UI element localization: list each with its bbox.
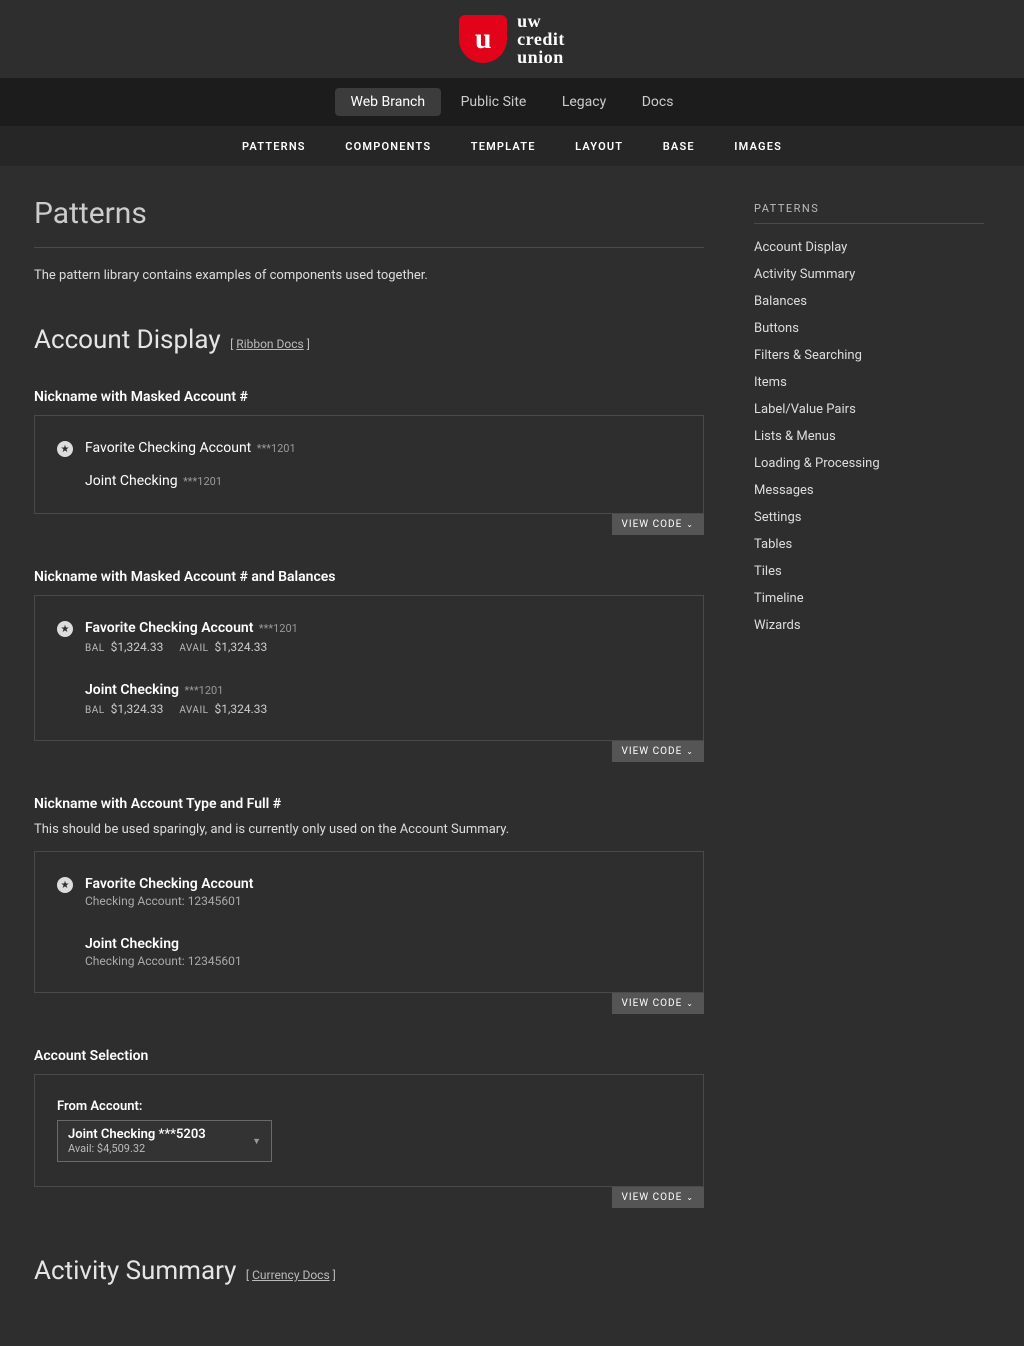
account-mask: ***1201 bbox=[183, 475, 222, 488]
account-mask: ***1201 bbox=[184, 684, 223, 697]
avail-value: $1,324.33 bbox=[215, 702, 268, 716]
main-content: Patterns The pattern library contains ex… bbox=[34, 196, 704, 1286]
favorite-star-icon: ★ bbox=[57, 621, 73, 637]
doclink-wrap: [ Ribbon Docs ] bbox=[230, 337, 310, 351]
account-name: Joint Checking bbox=[85, 682, 179, 698]
ribbon-docs-link[interactable]: Ribbon Docs bbox=[236, 337, 303, 351]
account-row: Joint Checking ***1201 BAL $1,324.33 AVA… bbox=[57, 682, 681, 716]
secondary-nav: Patterns Components Template Layout Base… bbox=[0, 126, 1024, 166]
sidebar-item-activity-summary[interactable]: Activity Summary bbox=[754, 261, 984, 288]
sidebar-item-label-value-pairs[interactable]: Label/Value Pairs bbox=[754, 396, 984, 423]
sidebar-item-loading-processing[interactable]: Loading & Processing bbox=[754, 450, 984, 477]
sidebar-item-filters-searching[interactable]: Filters & Searching bbox=[754, 342, 984, 369]
nav-base[interactable]: Base bbox=[663, 140, 695, 153]
primary-tabs: Web Branch Public Site Legacy Docs bbox=[0, 78, 1024, 126]
nav-template[interactable]: Template bbox=[471, 140, 536, 153]
account-subline: Checking Account: 12345601 bbox=[85, 894, 681, 908]
account-mask: ***1201 bbox=[259, 622, 298, 635]
account-row: ★ Favorite Checking Account ***1201 bbox=[57, 440, 681, 457]
nav-images[interactable]: Images bbox=[734, 140, 782, 153]
sub-type-full-title: Nickname with Account Type and Full # bbox=[34, 796, 704, 812]
logo[interactable]: u uw credit union bbox=[459, 12, 565, 66]
account-mask: ***1201 bbox=[257, 442, 296, 455]
sub-masked-title: Nickname with Masked Account # bbox=[34, 389, 704, 405]
sidebar: PATTERNS Account Display Activity Summar… bbox=[754, 196, 984, 1286]
chevron-down-icon: ⌄ bbox=[686, 1193, 694, 1202]
tab-public-site[interactable]: Public Site bbox=[445, 88, 543, 116]
example-masked-bal: ★ Favorite Checking Account ***1201 BAL … bbox=[34, 595, 704, 741]
sidebar-item-messages[interactable]: Messages bbox=[754, 477, 984, 504]
divider bbox=[34, 247, 704, 248]
account-subline: Checking Account: 12345601 bbox=[85, 954, 681, 968]
sidebar-item-buttons[interactable]: Buttons bbox=[754, 315, 984, 342]
sidebar-title: PATTERNS bbox=[754, 202, 984, 215]
nav-components[interactable]: Components bbox=[345, 140, 431, 153]
account-select[interactable]: Joint Checking ***5203 Avail: $4,509.32 … bbox=[57, 1120, 272, 1162]
favorite-star-icon: ★ bbox=[57, 441, 73, 457]
account-name: Favorite Checking Account bbox=[85, 620, 253, 636]
avail-label: AVAIL bbox=[179, 705, 208, 716]
view-code-button[interactable]: VIEW CODE⌄ bbox=[612, 993, 704, 1014]
account-name: Favorite Checking Account bbox=[85, 440, 251, 456]
chevron-down-icon: ⌄ bbox=[686, 999, 694, 1008]
tab-legacy[interactable]: Legacy bbox=[546, 88, 622, 116]
tab-docs[interactable]: Docs bbox=[626, 88, 690, 116]
view-code-button[interactable]: VIEW CODE⌄ bbox=[612, 741, 704, 762]
section-activity-summary-title: Activity Summary bbox=[34, 1256, 236, 1286]
sidebar-item-tables[interactable]: Tables bbox=[754, 531, 984, 558]
chevron-down-icon: ⌄ bbox=[686, 747, 694, 756]
account-name: Favorite Checking Account bbox=[85, 876, 681, 892]
example-type-full: ★ Favorite Checking Account Checking Acc… bbox=[34, 851, 704, 993]
account-row: Joint Checking Checking Account: 1234560… bbox=[57, 936, 681, 968]
example-masked: ★ Favorite Checking Account ***1201 Join… bbox=[34, 415, 704, 514]
bal-value: $1,324.33 bbox=[111, 640, 164, 654]
sidebar-item-tiles[interactable]: Tiles bbox=[754, 558, 984, 585]
account-name: Joint Checking bbox=[85, 936, 681, 952]
doclink-wrap: [ Currency Docs ] bbox=[246, 1268, 336, 1282]
avail-label: AVAIL bbox=[179, 643, 208, 654]
divider bbox=[754, 223, 984, 224]
currency-docs-link[interactable]: Currency Docs bbox=[252, 1268, 330, 1282]
avail-value: $1,324.33 bbox=[215, 640, 268, 654]
nav-layout[interactable]: Layout bbox=[575, 140, 623, 153]
favorite-star-icon: ★ bbox=[57, 877, 73, 893]
select-subvalue: Avail: $4,509.32 bbox=[68, 1142, 206, 1155]
sidebar-item-lists-menus[interactable]: Lists & Menus bbox=[754, 423, 984, 450]
example-selection: From Account: Joint Checking ***5203 Ava… bbox=[34, 1074, 704, 1187]
sidebar-item-items[interactable]: Items bbox=[754, 369, 984, 396]
dropdown-triangle-icon: ▼ bbox=[252, 1136, 261, 1147]
tab-web-branch[interactable]: Web Branch bbox=[335, 88, 442, 116]
sidebar-item-account-display[interactable]: Account Display bbox=[754, 234, 984, 261]
logo-mark-icon: u bbox=[459, 15, 507, 63]
sidebar-item-balances[interactable]: Balances bbox=[754, 288, 984, 315]
bal-value: $1,324.33 bbox=[111, 702, 164, 716]
view-code-button[interactable]: VIEW CODE⌄ bbox=[612, 1187, 704, 1208]
sidebar-item-timeline[interactable]: Timeline bbox=[754, 585, 984, 612]
sidebar-item-wizards[interactable]: Wizards bbox=[754, 612, 984, 639]
bal-label: BAL bbox=[85, 705, 105, 716]
page-intro: The pattern library contains examples of… bbox=[34, 268, 704, 283]
account-name: Joint Checking bbox=[85, 473, 178, 489]
sidebar-item-settings[interactable]: Settings bbox=[754, 504, 984, 531]
account-row: ★ Favorite Checking Account Checking Acc… bbox=[57, 876, 681, 908]
logo-text: uw credit union bbox=[517, 12, 565, 66]
sub-masked-bal-title: Nickname with Masked Account # and Balan… bbox=[34, 569, 704, 585]
logo-band: u uw credit union bbox=[0, 0, 1024, 78]
select-value: Joint Checking ***5203 bbox=[68, 1127, 206, 1142]
sub-selection-title: Account Selection bbox=[34, 1048, 704, 1064]
sub-type-full-desc: This should be used sparingly, and is cu… bbox=[34, 822, 704, 837]
bal-label: BAL bbox=[85, 643, 105, 654]
section-account-display-title: Account Display bbox=[34, 325, 221, 355]
account-row: ★ Favorite Checking Account ***1201 BAL … bbox=[57, 620, 681, 654]
nav-patterns[interactable]: Patterns bbox=[242, 140, 306, 153]
account-row: Joint Checking ***1201 bbox=[57, 473, 681, 489]
chevron-down-icon: ⌄ bbox=[686, 520, 694, 529]
view-code-button[interactable]: VIEW CODE⌄ bbox=[612, 514, 704, 535]
page-title: Patterns bbox=[34, 196, 704, 231]
select-label: From Account: bbox=[57, 1099, 681, 1114]
